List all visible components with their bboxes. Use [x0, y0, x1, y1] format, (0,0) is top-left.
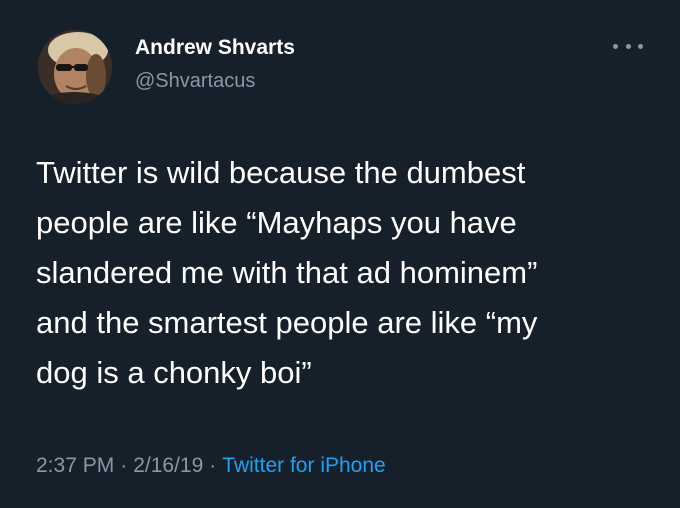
meta-separator: · — [120, 454, 128, 477]
avatar-photo — [38, 30, 112, 104]
meta-separator: · — [209, 454, 217, 477]
tweet-date[interactable]: 2/16/19 — [133, 454, 203, 477]
tweet-time[interactable]: 2:37 PM — [36, 454, 114, 477]
tweet-text: Twitter is wild because the dumbest peop… — [36, 148, 656, 398]
tweet-text-line: people are like “Mayhaps you have — [36, 205, 517, 240]
tweet-text-line: and the smartest people are like “my — [36, 305, 538, 340]
more-options-icon — [613, 43, 618, 49]
tweet-card: Andrew Shvarts @Shvartacus Twitter is wi… — [0, 0, 680, 508]
more-options-icon — [625, 43, 631, 49]
tweet-source-link[interactable]: Twitter for iPhone — [222, 454, 385, 477]
tweet-meta: 2:37 PM · 2/16/19 · Twitter for iPhone — [36, 452, 386, 480]
tweet-text-line: slandered me with that ad hominem” — [36, 255, 538, 290]
author-display-name[interactable]: Andrew Shvarts — [135, 35, 295, 61]
tweet-text-line: dog is a chonky boi” — [36, 355, 312, 390]
tweet-text-line: Twitter is wild because the dumbest — [36, 155, 526, 190]
avatar[interactable] — [38, 30, 112, 104]
more-options-button[interactable] — [613, 36, 643, 56]
author-handle[interactable]: @Shvartacus — [135, 69, 255, 93]
more-options-icon — [638, 43, 643, 49]
